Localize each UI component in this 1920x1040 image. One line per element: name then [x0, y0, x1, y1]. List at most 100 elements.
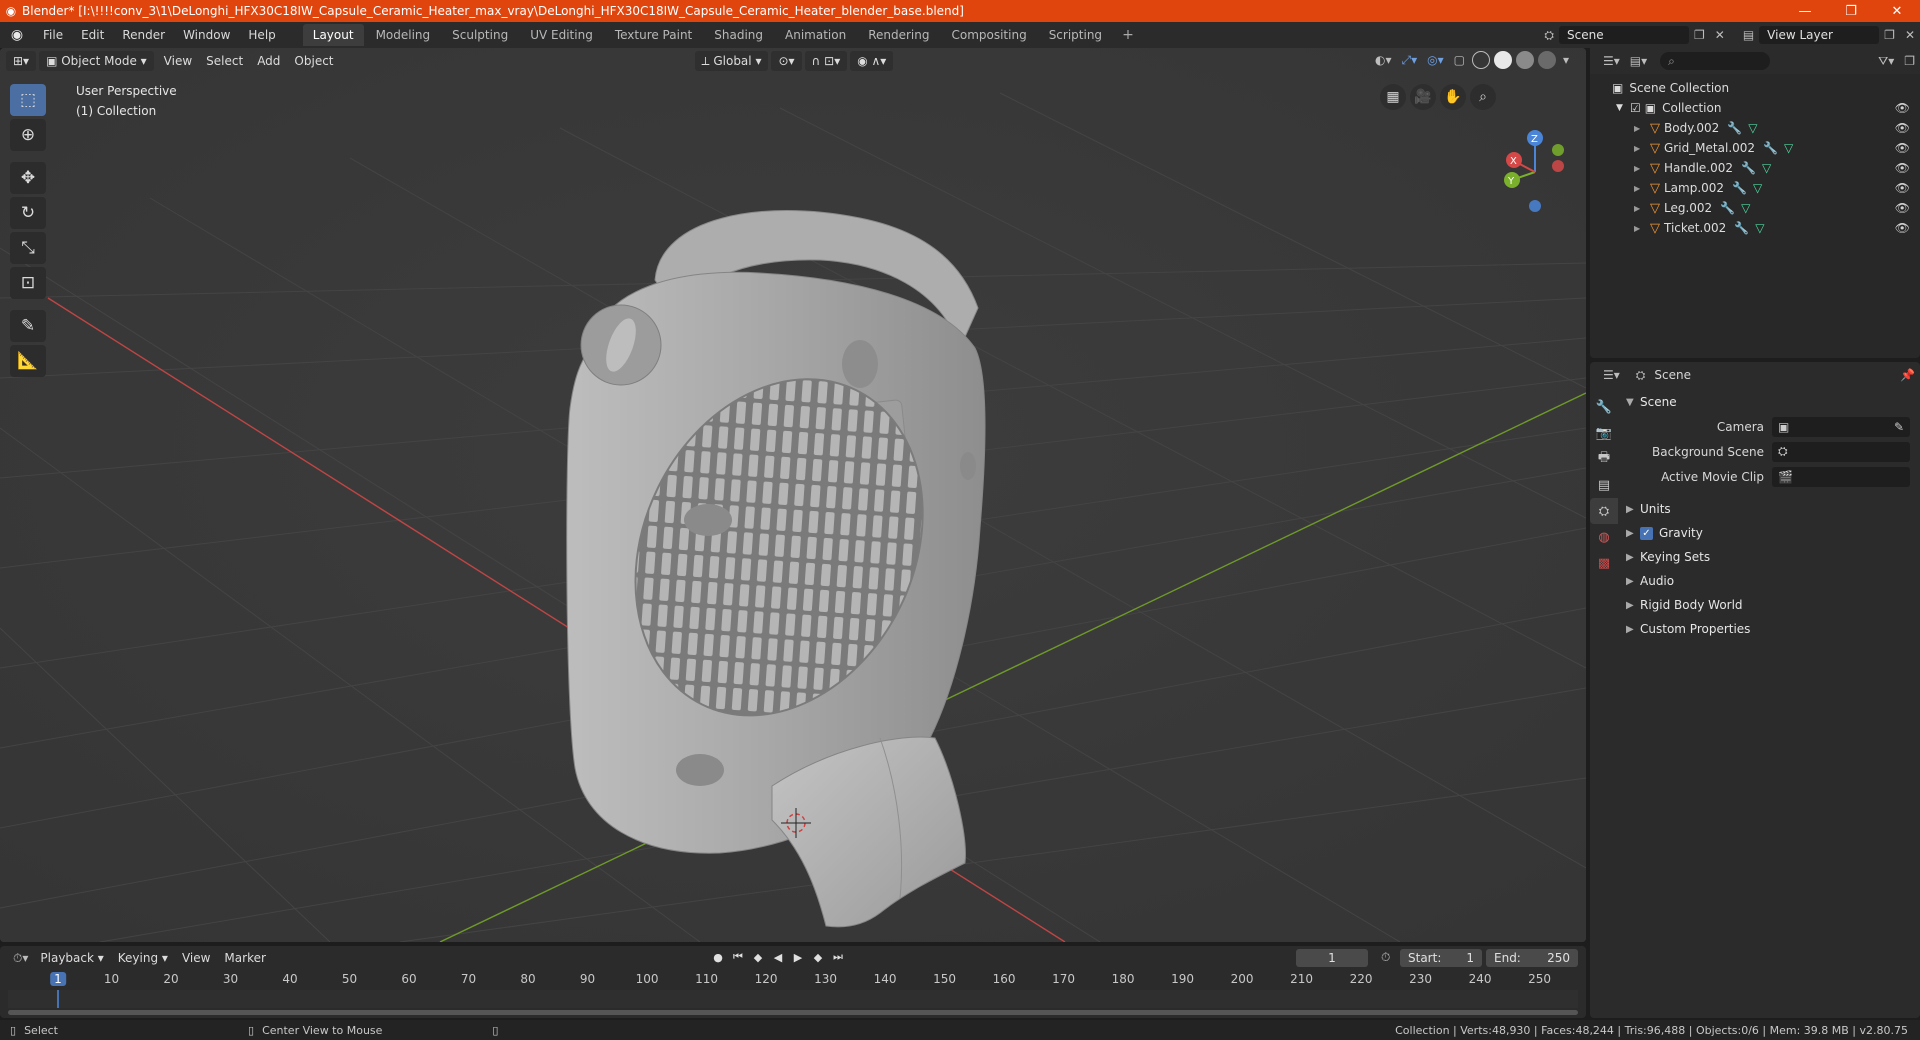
viewport-menu-object[interactable]: Object: [287, 54, 340, 68]
cursor-tool-icon[interactable]: ⊕: [10, 119, 46, 151]
outliner-collection[interactable]: ▼ ☑ ▣ Collection 👁: [1590, 98, 1920, 118]
audio-panel-header[interactable]: ▶ Audio: [1620, 569, 1916, 593]
viewport-menu-view[interactable]: View: [157, 54, 199, 68]
outliner-scene-collection[interactable]: ▣ Scene Collection: [1590, 78, 1920, 98]
outliner-item-lamp[interactable]: ▶ ▽ Lamp.002 🔧 ▽ 👁: [1590, 178, 1920, 198]
mesh-data-icon[interactable]: ▽: [1784, 141, 1793, 155]
tab-compositing[interactable]: Compositing: [941, 24, 1036, 46]
delete-scene-icon[interactable]: ✕: [1710, 28, 1730, 42]
scene-browse-icon[interactable]: ⛭: [1539, 28, 1559, 43]
menu-file[interactable]: File: [34, 22, 72, 48]
record-icon[interactable]: ●: [708, 951, 728, 964]
world-tab-icon[interactable]: ◍: [1590, 524, 1618, 550]
outliner-item-body[interactable]: ▶ ▽ Body.002 🔧 ▽ 👁: [1590, 118, 1920, 138]
scale-tool-icon[interactable]: ⤡: [10, 232, 46, 264]
eye-icon[interactable]: 👁: [1895, 181, 1910, 195]
timeline-view-menu[interactable]: View: [175, 951, 217, 965]
pivot-point-icon[interactable]: ⊙▾: [771, 51, 802, 71]
tab-layout[interactable]: Layout: [302, 24, 364, 46]
proportional-edit-icon[interactable]: ◉ ∧▾: [850, 51, 894, 71]
expand-arrow-icon[interactable]: ▶: [1634, 184, 1646, 193]
eye-icon[interactable]: 👁: [1895, 121, 1910, 135]
tab-shading[interactable]: Shading: [704, 24, 773, 46]
expand-arrow-icon[interactable]: ▶: [1634, 204, 1646, 213]
tool-tab-icon[interactable]: 🔧: [1590, 394, 1618, 420]
jump-end-icon[interactable]: ⏭: [828, 950, 848, 964]
mesh-data-icon[interactable]: ▽: [1748, 121, 1757, 135]
timeline-ruler[interactable]: 1 10 20 30 40 50 60 70 80 90 100 110 120 130 140 150 160…: [8, 972, 1578, 990]
scene-panel-header[interactable]: ▼ Scene: [1620, 390, 1916, 414]
view-layer-browse-icon[interactable]: ▤: [1738, 28, 1759, 42]
blender-logo-icon[interactable]: ◉: [0, 27, 34, 43]
editor-type-icon[interactable]: ⊞▾: [6, 51, 37, 71]
rotate-tool-icon[interactable]: ↻: [10, 197, 46, 229]
keying-menu[interactable]: Keying ▾: [111, 951, 175, 965]
outliner-item-grid-metal[interactable]: ▶ ▽ Grid_Metal.002 🔧 ▽ 👁: [1590, 138, 1920, 158]
outliner-item-leg[interactable]: ▶ ▽ Leg.002 🔧 ▽ 👁: [1590, 198, 1920, 218]
modifier-icon[interactable]: 🔧: [1763, 141, 1778, 155]
xray-toggle-icon[interactable]: ▢: [1449, 53, 1470, 67]
view-layer-field[interactable]: View Layer: [1759, 26, 1880, 44]
eye-icon[interactable]: 👁: [1895, 161, 1910, 175]
maximize-button[interactable]: ❐: [1828, 4, 1874, 19]
heater-model[interactable]: [566, 210, 986, 928]
minimize-button[interactable]: —: [1782, 4, 1828, 19]
display-mode-icon[interactable]: ▤▾: [1625, 54, 1652, 68]
transform-orientation-dropdown[interactable]: ⟂ Global ▾: [694, 51, 769, 71]
solid-shading-icon[interactable]: [1493, 51, 1512, 69]
outliner-item-ticket[interactable]: ▶ ▽ Ticket.002 🔧 ▽ 👁: [1590, 218, 1920, 238]
3d-viewport[interactable]: Z Y X ⊞▾ ▣ Object Mode ▾ View Select Add…: [0, 48, 1586, 942]
new-view-layer-icon[interactable]: ❐: [1879, 28, 1900, 42]
new-collection-icon[interactable]: ❐: [1899, 54, 1920, 68]
tab-sculpting[interactable]: Sculpting: [442, 24, 518, 46]
render-tab-icon[interactable]: 📷: [1590, 420, 1618, 446]
units-panel-header[interactable]: ▶ Units: [1620, 497, 1916, 521]
current-frame-field[interactable]: 1: [1296, 949, 1368, 967]
camera-field[interactable]: ▣ ✎: [1772, 416, 1910, 437]
mesh-data-icon[interactable]: ▽: [1755, 221, 1764, 235]
mesh-data-icon[interactable]: ▽: [1741, 201, 1750, 215]
prev-keyframe-icon[interactable]: ◆: [748, 951, 768, 964]
outliner-search-input[interactable]: ⌕: [1660, 52, 1771, 70]
eye-icon[interactable]: 👁: [1895, 141, 1910, 155]
pan-hand-icon[interactable]: ✋: [1440, 84, 1466, 110]
modifier-icon[interactable]: 🔧: [1727, 121, 1742, 135]
background-scene-field[interactable]: ⛭: [1772, 441, 1910, 462]
playback-menu[interactable]: Playback ▾: [33, 951, 110, 965]
eye-icon[interactable]: 👁: [1895, 101, 1910, 115]
view-layer-tab-icon[interactable]: ▤: [1590, 472, 1618, 498]
object-mode-dropdown[interactable]: ▣ Object Mode ▾: [39, 51, 154, 71]
end-frame-field[interactable]: End: 250: [1486, 949, 1578, 967]
new-scene-icon[interactable]: ❐: [1689, 28, 1710, 42]
material-shading-icon[interactable]: [1515, 51, 1534, 69]
add-workspace-button[interactable]: +: [1114, 27, 1142, 43]
tab-rendering[interactable]: Rendering: [858, 24, 939, 46]
menu-window[interactable]: Window: [174, 22, 239, 48]
jump-start-icon[interactable]: ⏮: [728, 950, 748, 964]
tab-scripting[interactable]: Scripting: [1039, 24, 1112, 46]
camera-view-icon[interactable]: 🎥: [1410, 84, 1436, 110]
menu-help[interactable]: Help: [239, 22, 284, 48]
transform-tool-icon[interactable]: ⊡: [10, 267, 46, 299]
delete-view-layer-icon[interactable]: ✕: [1900, 28, 1920, 42]
modifier-icon[interactable]: 🔧: [1741, 161, 1756, 175]
gravity-panel-header[interactable]: ▶ ✓ Gravity: [1620, 521, 1916, 545]
mesh-data-icon[interactable]: ▽: [1762, 161, 1771, 175]
expand-arrow-icon[interactable]: ▶: [1634, 224, 1646, 233]
mesh-data-icon[interactable]: ▽: [1753, 181, 1762, 195]
keying-sets-panel-header[interactable]: ▶ Keying Sets: [1620, 545, 1916, 569]
timeline-track[interactable]: [8, 990, 1578, 1008]
expand-arrow-icon[interactable]: ▶: [1634, 164, 1646, 173]
tab-uv-editing[interactable]: UV Editing: [520, 24, 603, 46]
zoom-icon[interactable]: ⌕: [1470, 84, 1496, 110]
start-frame-field[interactable]: Start: 1: [1400, 949, 1482, 967]
rigid-body-world-panel-header[interactable]: ▶ Rigid Body World: [1620, 593, 1916, 617]
custom-properties-panel-header[interactable]: ▶ Custom Properties: [1620, 617, 1916, 641]
eye-icon[interactable]: 👁: [1895, 201, 1910, 215]
select-box-tool-icon[interactable]: ⬚: [10, 84, 46, 116]
outliner-editor-type-icon[interactable]: ☰▾: [1598, 54, 1625, 68]
eyedropper-icon[interactable]: ✎: [1894, 420, 1904, 434]
annotate-tool-icon[interactable]: ✎: [10, 310, 46, 342]
include-checkbox[interactable]: ☑: [1630, 101, 1641, 115]
shading-options-icon[interactable]: ▾: [1558, 53, 1574, 67]
